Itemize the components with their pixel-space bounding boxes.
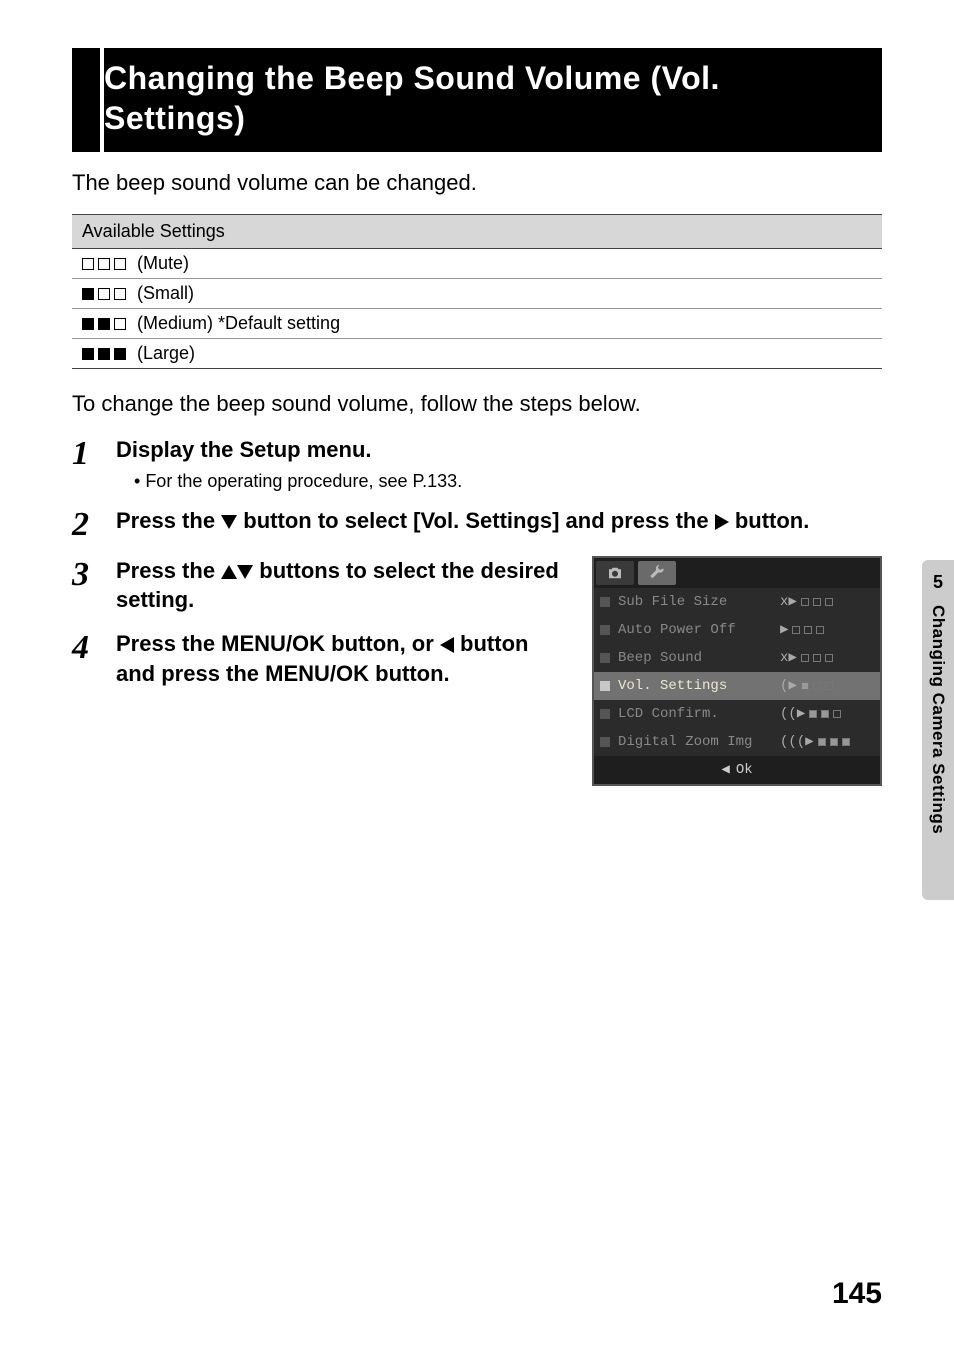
menu-item-label: Sub File Size xyxy=(616,594,780,610)
step-number: 3 xyxy=(72,556,116,615)
step-4: 4 Press the MENU/OK button, or button an… xyxy=(72,629,572,688)
step-1-title: Display the Setup menu. xyxy=(116,435,882,465)
menu-item-marker xyxy=(600,681,610,691)
menu-item-value: ◀x xyxy=(780,593,880,610)
menu-item-value: ◀))) xyxy=(780,733,880,750)
camera-tab-icon xyxy=(596,561,634,585)
menu-item-value: ◀) xyxy=(780,677,880,694)
settings-row: (Medium) *Default setting xyxy=(72,309,882,339)
speaker-icon: ◀) xyxy=(780,677,797,694)
steps-list: 1 Display the Setup menu. For the operat… xyxy=(72,435,882,786)
menu-ok-label: Ok xyxy=(736,762,753,778)
page-number: 145 xyxy=(832,1277,882,1311)
speaker-icon: ◀))) xyxy=(780,733,814,750)
step-2: 2 Press the button to select [Vol. Setti… xyxy=(72,506,882,542)
menu-screenshot: Sub File Size◀xAuto Power Off◀Beep Sound… xyxy=(592,556,882,786)
menu-item: Sub File Size◀x xyxy=(594,588,880,616)
speaker-icon: ◀x xyxy=(780,649,797,666)
menu-item-list: Sub File Size◀xAuto Power Off◀Beep Sound… xyxy=(594,588,880,756)
menu-tab-bar xyxy=(594,558,880,588)
chapter-side-tab: 5 Changing Camera Settings xyxy=(922,560,954,900)
menu-item: Vol. Settings◀) xyxy=(594,672,880,700)
settings-header: Available Settings xyxy=(72,215,882,249)
step-number: 1 xyxy=(72,435,116,492)
right-triangle-icon xyxy=(715,514,729,530)
settings-row: (Small) xyxy=(72,279,882,309)
settings-row: (Large) xyxy=(72,339,882,369)
menu-item-value: ◀x xyxy=(780,649,880,666)
down-triangle-icon xyxy=(237,565,253,579)
up-triangle-icon xyxy=(221,565,237,579)
chapter-title: Changing Camera Settings xyxy=(928,605,948,834)
step-3-pre: Press the xyxy=(116,558,221,583)
steps-intro: To change the beep sound volume, follow … xyxy=(72,391,882,417)
wrench-tab-icon xyxy=(638,561,676,585)
menu-item-marker xyxy=(600,737,610,747)
step-2-post: button. xyxy=(735,508,810,533)
step-4-pre: Press the MENU/OK button, or xyxy=(116,631,440,656)
speaker-icon: ◀x xyxy=(780,593,797,610)
step-1-sub: For the operating procedure, see P.133. xyxy=(116,471,882,492)
settings-row: (Mute) xyxy=(72,249,882,279)
menu-item-marker xyxy=(600,709,610,719)
menu-item-label: Beep Sound xyxy=(616,650,780,666)
menu-item-label: Auto Power Off xyxy=(616,622,780,638)
section-title: Changing the Beep Sound Volume (Vol. Set… xyxy=(104,48,882,152)
step-4-title: Press the MENU/OK button, or button and … xyxy=(116,629,572,688)
title-accent xyxy=(72,48,100,152)
menu-item: Digital Zoom Img◀))) xyxy=(594,728,880,756)
volume-level-icon xyxy=(82,258,126,270)
speaker-icon: ◀)) xyxy=(780,705,805,722)
left-triangle-icon xyxy=(440,637,454,653)
menu-item: Beep Sound◀x xyxy=(594,644,880,672)
menu-item-value: ◀)) xyxy=(780,705,880,722)
step-number: 4 xyxy=(72,629,116,688)
menu-item-label: LCD Confirm. xyxy=(616,706,780,722)
menu-item-label: Vol. Settings xyxy=(616,678,780,694)
step-1: 1 Display the Setup menu. For the operat… xyxy=(72,435,882,492)
down-triangle-icon xyxy=(221,515,237,529)
step-2-mid: button to select [Vol. Settings] and pre… xyxy=(243,508,714,533)
menu-item: LCD Confirm.◀)) xyxy=(594,700,880,728)
step-3: 3 Press the buttons to select the desire… xyxy=(72,556,572,615)
step-number: 2 xyxy=(72,506,116,542)
step-2-pre: Press the xyxy=(116,508,221,533)
step-3-title: Press the buttons to select the desired … xyxy=(116,556,572,615)
settings-row-label: (Mute) xyxy=(132,253,189,273)
settings-row-label: (Large) xyxy=(132,343,195,363)
menu-item-marker xyxy=(600,653,610,663)
available-settings-table: Available Settings (Mute) (Small) (Mediu… xyxy=(72,214,882,369)
chapter-number: 5 xyxy=(933,572,943,593)
menu-item: Auto Power Off◀ xyxy=(594,616,880,644)
volume-level-icon xyxy=(82,348,126,360)
settings-row-label: (Medium) *Default setting xyxy=(132,313,340,333)
step-2-title: Press the button to select [Vol. Setting… xyxy=(116,506,882,536)
settings-row-label: (Small) xyxy=(132,283,194,303)
volume-level-icon xyxy=(82,318,126,330)
volume-level-icon xyxy=(82,288,126,300)
left-triangle-icon: ◀ xyxy=(721,761,729,778)
section-title-block: Changing the Beep Sound Volume (Vol. Set… xyxy=(72,48,882,152)
speaker-icon: ◀ xyxy=(780,621,788,638)
intro-text: The beep sound volume can be changed. xyxy=(72,170,882,196)
menu-item-marker xyxy=(600,597,610,607)
menu-item-label: Digital Zoom Img xyxy=(616,734,780,750)
menu-item-marker xyxy=(600,625,610,635)
menu-footer: ◀ Ok xyxy=(594,756,880,784)
menu-item-value: ◀ xyxy=(780,621,880,638)
